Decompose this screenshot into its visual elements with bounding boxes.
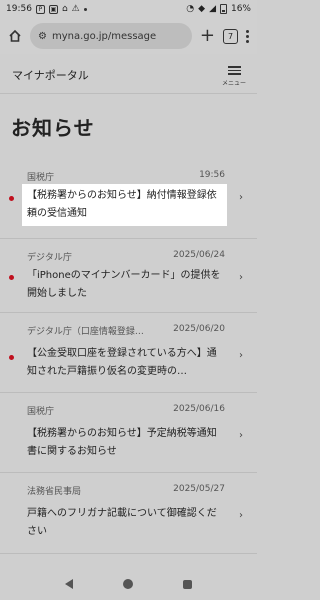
notice-date: 2025/06/20 [173, 324, 225, 334]
chevron-right-icon: › [239, 350, 243, 361]
status-time: 19:56 [6, 4, 32, 14]
notice-item[interactable]: デジタル庁（口座情報登録… 2025/06/20 【公金受取口座を登録されている… [0, 314, 257, 393]
notice-meta: デジタル庁 2025/06/24 [27, 250, 225, 263]
battery-percent: 16% [230, 4, 251, 14]
notice-title[interactable]: 【公金受取口座を登録されている方へ】通知された戸籍振り仮名の変更時の… [22, 342, 227, 384]
unread-indicator [9, 275, 14, 280]
new-tab-icon[interactable]: + [200, 27, 215, 45]
notification-bell-icon: ⌂ [61, 4, 68, 14]
notification-more-icon: ⚠ [71, 4, 80, 14]
notice-title[interactable]: 【税務署からのお知らせ】納付情報登録依頼の受信通知 [22, 184, 227, 226]
menu-button[interactable]: メニュー [221, 64, 247, 87]
hamburger-icon [227, 64, 241, 77]
back-icon[interactable] [65, 579, 73, 589]
unread-indicator [9, 355, 14, 360]
site-settings-icon[interactable]: ⚙ [38, 31, 47, 42]
wifi-icon: ◆ [198, 4, 206, 14]
page-title: お知らせ [11, 116, 95, 140]
chevron-right-icon: › [239, 510, 243, 521]
browser-toolbar: ⚙ myna.go.jp/message + 7 [0, 18, 257, 54]
alarm-icon: ◔ [186, 4, 195, 14]
notice-title[interactable]: 戸籍へのフリガナ記載について御確認ください [22, 502, 227, 544]
notice-date: 2025/06/24 [173, 250, 225, 260]
notification-dot-icon [83, 7, 87, 11]
notice-date: 19:56 [199, 170, 225, 180]
notice-sender: 法務省民事局 [27, 487, 82, 497]
chevron-right-icon: › [239, 192, 243, 203]
status-bar: 19:56 P ▣ ⌂ ⚠ ◔ ◆ ◢ 16% [0, 0, 257, 18]
menu-label: メニュー [221, 79, 246, 87]
chevron-right-icon: › [239, 272, 243, 283]
notice-item[interactable]: デジタル庁 2025/06/24 「iPhoneのマイナンバーカード」の提供を開… [0, 240, 257, 313]
notice-sender: デジタル庁（口座情報登録… [27, 327, 144, 337]
address-bar[interactable]: ⚙ myna.go.jp/message [30, 23, 192, 49]
notice-meta: デジタル庁（口座情報登録… 2025/06/20 [27, 324, 225, 337]
notice-sender: デジタル庁 [27, 253, 72, 263]
notification-gallery-icon: ▣ [48, 4, 58, 14]
notice-sender: 国税庁 [27, 407, 55, 417]
chevron-right-icon: › [239, 430, 243, 441]
recent-apps-icon[interactable] [183, 579, 192, 589]
system-nav-bar [0, 568, 257, 600]
unread-indicator [9, 196, 14, 201]
tab-switcher-button[interactable]: 7 [223, 28, 238, 44]
notice-date: 2025/05/27 [173, 484, 225, 494]
home-circle-icon[interactable] [123, 579, 133, 589]
battery-icon [219, 4, 227, 14]
notice-item[interactable]: 国税庁 2025/06/16 【税務署からのお知らせ】予定納税等通知書に関するお… [0, 394, 257, 473]
url-text: myna.go.jp/message [51, 30, 157, 42]
notice-title[interactable]: 「iPhoneのマイナンバーカード」の提供を開始しました [22, 264, 227, 306]
notice-date: 2025/06/16 [173, 404, 225, 414]
notification-app-icon: P [35, 4, 45, 14]
notice-item[interactable]: 法務省民事局 2025/05/27 戸籍へのフリガナ記載について御確認ください … [0, 474, 257, 554]
signal-icon: ◢ [209, 4, 216, 14]
notice-meta: 国税庁 19:56 [27, 170, 225, 183]
home-icon[interactable] [8, 29, 22, 43]
notice-title[interactable]: 【税務署からのお知らせ】予定納税等通知書に関するお知らせ [22, 422, 227, 464]
notice-item[interactable]: 国税庁 19:56 【税務署からのお知らせ】納付情報登録依頼の受信通知 › [0, 160, 257, 239]
more-options-icon[interactable] [246, 29, 249, 43]
site-header: マイナポータル メニュー [0, 54, 257, 94]
notice-meta: 国税庁 2025/06/16 [27, 404, 225, 417]
notice-sender: 国税庁 [27, 173, 55, 183]
notice-meta: 法務省民事局 2025/05/27 [27, 484, 225, 497]
site-title[interactable]: マイナポータル [12, 67, 89, 83]
